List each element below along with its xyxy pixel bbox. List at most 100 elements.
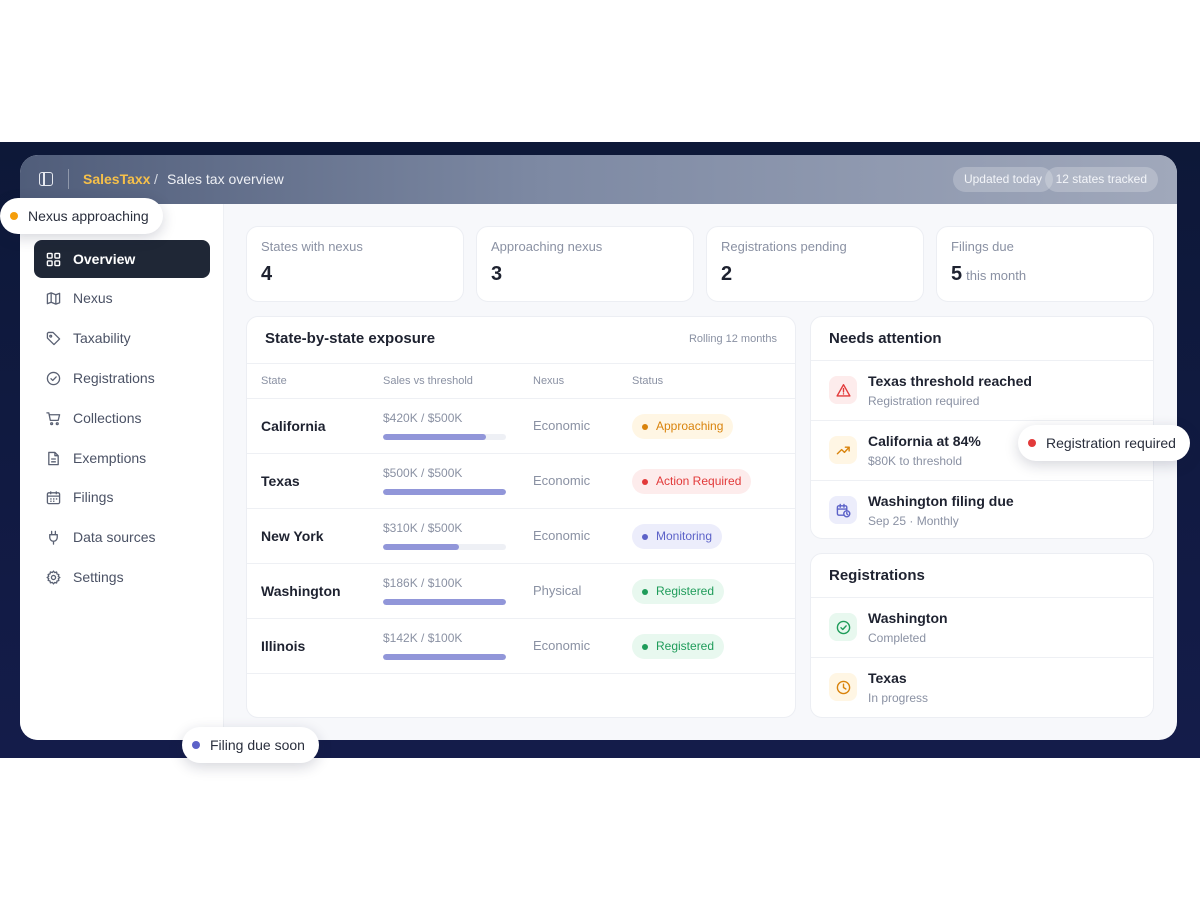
- card-title: State-by-state exposure: [265, 330, 436, 347]
- column-header[interactable]: Status: [632, 375, 663, 387]
- stat-card-approaching-nexus[interactable]: Approaching nexus 3: [476, 226, 694, 302]
- stat-card-filings-due[interactable]: Filings due 5 this month: [936, 226, 1154, 302]
- progress-fill: [383, 489, 506, 495]
- threshold-progress-bar: [383, 599, 506, 605]
- float-label: Registration required: [1046, 435, 1176, 451]
- float-label: Nexus approaching: [28, 208, 149, 224]
- calendar-clock-icon: [836, 503, 850, 517]
- list-item-icon-wrap: [829, 496, 857, 524]
- exposure-card: State-by-state exposure Rolling 12 month…: [246, 316, 796, 718]
- nexus-type: Physical: [533, 583, 582, 598]
- table-row[interactable]: Washington $186K / $100K Physical Registere…: [247, 564, 795, 619]
- list-item-icon-wrap: [829, 613, 857, 641]
- column-header[interactable]: Sales vs threshold: [383, 375, 473, 387]
- states-tracked-pill: 12 states tracked: [1044, 167, 1158, 192]
- topbar-divider: [68, 169, 69, 189]
- list-item-subtitle: $80K to threshold: [868, 454, 963, 468]
- sidebar-item-label: Registrations: [73, 370, 155, 386]
- state-name: California: [261, 418, 326, 434]
- stat-label: Registrations pending: [721, 239, 847, 254]
- status-badge: Action Required: [632, 469, 752, 494]
- sidebar-item-label: Data sources: [73, 529, 156, 545]
- stat-label: Approaching nexus: [491, 239, 603, 254]
- sidebar-item-filings[interactable]: Filings: [34, 478, 210, 516]
- stat-card-states-with-nexus[interactable]: States with nexus 4: [246, 226, 464, 302]
- table-row[interactable]: New York $310K / $500K Economic Monitoring: [247, 509, 795, 564]
- stat-sub: this month: [966, 268, 1027, 283]
- list-item-icon-wrap: [829, 376, 857, 404]
- nexus-type: Economic: [533, 473, 591, 488]
- stat-value: 2: [721, 263, 732, 286]
- progress-fill: [383, 434, 487, 440]
- clock-icon: [836, 680, 850, 694]
- sales-value: $310K / $500K: [383, 521, 463, 535]
- list-item[interactable]: Washington filing due Sep 25 · Monthly: [811, 480, 1153, 538]
- main-content: States with nexus 4 Approaching nexus 3 …: [224, 204, 1177, 740]
- document-icon: [48, 451, 59, 465]
- map-icon: [46, 291, 61, 305]
- sidebar-item-label: Settings: [73, 569, 124, 585]
- column-header[interactable]: Nexus: [533, 375, 564, 387]
- progress-fill: [383, 599, 506, 605]
- list-item-title: California at 84%: [868, 433, 981, 449]
- sidebar-item-registrations[interactable]: Registrations: [34, 359, 210, 397]
- plug-icon: [49, 530, 58, 545]
- float-filing-due-soon[interactable]: Filing due soon: [182, 727, 319, 763]
- sidebar: Overview Nexus Taxability Registrations …: [20, 204, 224, 740]
- sidebar-item-label: Collections: [73, 410, 142, 426]
- table-row[interactable]: California $420K / $500K Economic Approachi…: [247, 399, 795, 454]
- top-bar: SalesTaxx / Sales tax overview Updated t…: [20, 155, 1177, 204]
- cart-icon: [46, 411, 61, 425]
- float-registration-required[interactable]: Registration required: [1018, 425, 1190, 461]
- sidebar-toggle-icon[interactable]: [39, 172, 53, 186]
- sidebar-item-overview[interactable]: Overview: [34, 240, 210, 278]
- state-name: Washington: [261, 583, 341, 599]
- sidebar-item-taxability[interactable]: Taxability: [34, 319, 210, 357]
- sidebar-item-nexus[interactable]: Nexus: [34, 279, 210, 317]
- sidebar-item-label: Taxability: [73, 330, 131, 346]
- progress-fill: [383, 654, 506, 660]
- list-item-title: Texas threshold reached: [868, 373, 1032, 389]
- nexus-type: Economic: [533, 528, 591, 543]
- status-dot: [10, 212, 18, 220]
- table-row[interactable]: Texas $500K / $500K Economic Action Require…: [247, 454, 795, 509]
- status-badge: Registered: [632, 634, 725, 659]
- sidebar-item-label: Overview: [73, 251, 136, 267]
- state-name: Illinois: [261, 638, 306, 654]
- alert-triangle-icon: [835, 383, 851, 397]
- status-badge: Registered: [632, 579, 725, 604]
- list-item-title: Washington: [868, 610, 948, 626]
- float-label: Filing due soon: [210, 737, 305, 753]
- stat-card-registrations-pending[interactable]: Registrations pending 2: [706, 226, 924, 302]
- list-item-subtitle: Registration required: [868, 394, 980, 408]
- sidebar-item-data-sources[interactable]: Data sources: [34, 518, 210, 556]
- progress-fill: [383, 544, 460, 550]
- stat-number: 5: [951, 263, 963, 285]
- column-header[interactable]: State: [261, 375, 287, 387]
- updated-pill: Updated today: [952, 167, 1053, 192]
- float-nexus-approaching[interactable]: Nexus approaching: [0, 198, 163, 234]
- status-dot: [1028, 439, 1036, 447]
- sales-value: $142K / $100K: [383, 631, 463, 645]
- nexus-type: Economic: [533, 638, 591, 653]
- registrations-card: Registrations Washington Completed Texas In…: [810, 553, 1154, 718]
- sidebar-item-exemptions[interactable]: Exemptions: [34, 439, 210, 477]
- check-circle-icon: [46, 371, 61, 385]
- grid-icon: [46, 252, 61, 266]
- status-dot: [192, 741, 200, 749]
- threshold-progress-bar: [383, 544, 506, 550]
- gear-icon: [46, 569, 61, 585]
- list-item[interactable]: Texas In progress: [811, 657, 1153, 717]
- brand-name[interactable]: SalesTaxx: [83, 171, 150, 187]
- list-item-icon-wrap: [829, 436, 857, 464]
- table-row[interactable]: Illinois $142K / $100K Economic Registered: [247, 619, 795, 674]
- tag-icon: [46, 331, 61, 345]
- sidebar-item-collections[interactable]: Collections: [34, 399, 210, 437]
- list-item[interactable]: Texas threshold reached Registration requ…: [811, 360, 1153, 420]
- sidebar-item-settings[interactable]: Settings: [34, 558, 210, 596]
- breadcrumb-page: Sales tax overview: [167, 171, 284, 187]
- stat-number: 4: [261, 263, 273, 285]
- threshold-progress-bar: [383, 434, 506, 440]
- list-item[interactable]: Washington Completed: [811, 597, 1153, 657]
- list-item-subtitle: Sep 25 · Monthly: [868, 514, 959, 528]
